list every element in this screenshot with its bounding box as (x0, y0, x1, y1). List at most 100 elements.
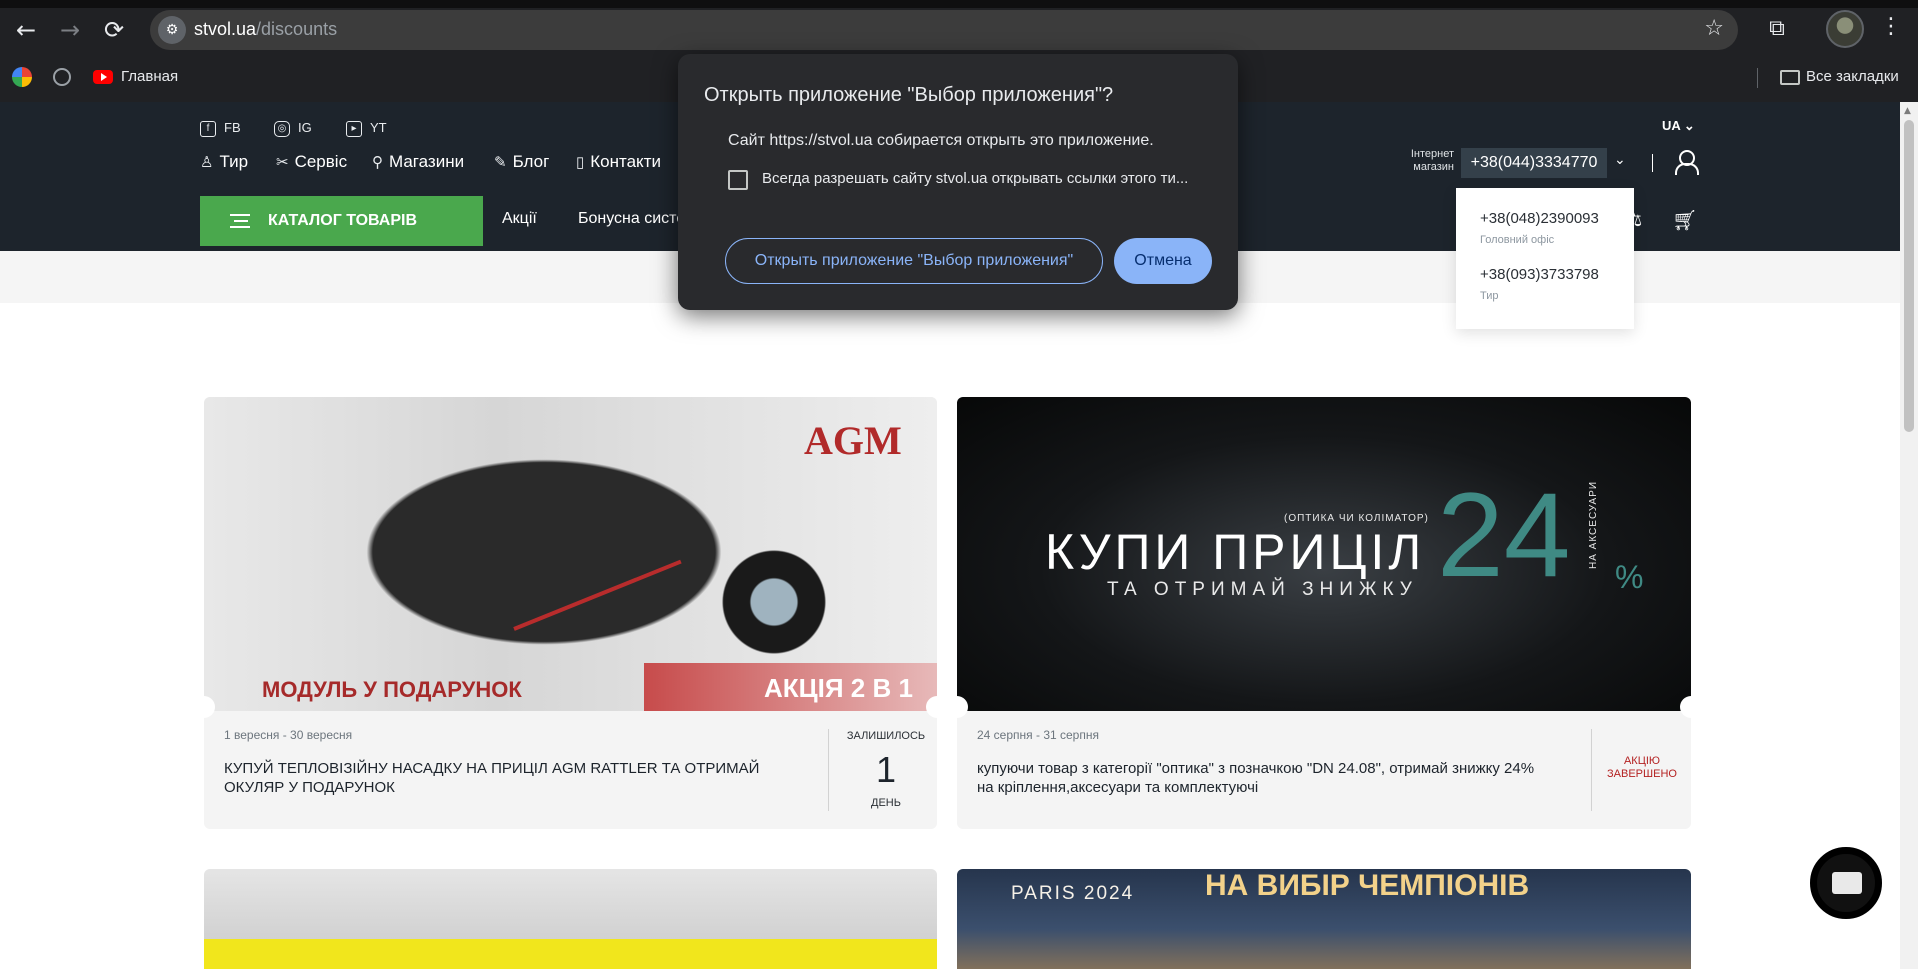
banner-promo-text: АКЦІЯ 2 В 1 (764, 673, 913, 703)
open-app-button[interactable]: Открыть приложение "Выбор приложения" (725, 238, 1103, 284)
nav-item-stores[interactable]: ⚲ Магазини (372, 152, 464, 172)
banner-vertical-text: НА АКСЕСУАРИ (1588, 480, 1599, 569)
youtube-bookmark[interactable]: Главная (93, 66, 178, 88)
menu-icon (230, 214, 250, 228)
thermal-scope-image (324, 437, 764, 667)
browser-menu-icon[interactable]: ⋮ (1880, 14, 1902, 39)
promo-title[interactable]: купуючи товар з категорії "оптика" з поз… (977, 759, 1547, 797)
extensions-icon[interactable]: ⧉ (1762, 14, 1792, 44)
banner-headline: НА ВИБІР ЧЕМПІОНІВ (1205, 869, 1530, 902)
banner-headline: КУПИ ПРИЦІЛ (1045, 524, 1426, 580)
chevron-down-icon[interactable]: ⌄ (1614, 152, 1626, 168)
nav-label: Тир (219, 152, 249, 171)
always-allow-label[interactable]: Всегда разрешать сайту stvol.ua открыват… (762, 170, 1192, 187)
card-notch (1680, 696, 1702, 718)
url-host: stvol.ua (194, 19, 257, 39)
card-notch (926, 696, 948, 718)
nav-label: Контакти (590, 152, 661, 171)
eyepiece-image (714, 547, 834, 657)
always-allow-checkbox[interactable] (728, 170, 748, 190)
scrollbar-thumb[interactable] (1904, 120, 1914, 432)
page-scrollbar[interactable]: ▲ (1900, 102, 1918, 969)
all-bookmarks-button[interactable]: Все закладки (1780, 66, 1899, 88)
pen-icon: ✎ (494, 154, 507, 171)
social-link-yt[interactable]: ▸ YT (346, 120, 387, 137)
tab-strip (0, 0, 1918, 8)
ended-line1: АКЦІЮ (1623, 755, 1661, 767)
online-shop-label: Інтернет магазин (1398, 148, 1454, 174)
promo-card[interactable]: (ОПТИКА ЧИ КОЛІМАТОР) КУПИ ПРИЦІЛ ТА ОТР… (957, 397, 1691, 829)
social-label: YT (370, 120, 387, 135)
cart-icon[interactable]: 🛒︎ (1672, 208, 1697, 232)
dialog-message: Сайт https://stvol.ua собирается открыть… (728, 132, 1154, 149)
cancel-button[interactable]: Отмена (1114, 238, 1212, 284)
menu-link-bonus[interactable]: Бонусна систе (578, 210, 685, 228)
promo-card[interactable]: PARIS 2024 НА ВИБІР ЧЕМПІОНІВ (957, 869, 1691, 969)
menu-link-promotions[interactable]: Акції (502, 210, 537, 228)
shop-label-line2: магазин (1413, 161, 1454, 173)
social-label: FB (224, 120, 241, 135)
back-arrow-icon[interactable]: ← (8, 12, 44, 48)
phone-number-tir[interactable]: +38(093)3733798 (1480, 266, 1599, 283)
bookmark-star-icon[interactable]: ☆ (1704, 16, 1724, 41)
social-link-fb[interactable]: f FB (200, 120, 241, 137)
banner-percent-sign: % (1615, 559, 1644, 595)
phone-icon: ▯ (576, 154, 585, 171)
social-label: IG (298, 120, 312, 135)
promo-banner-scope[interactable]: (ОПТИКА ЧИ КОЛІМАТОР) КУПИ ПРИЦІЛ ТА ОТР… (957, 397, 1691, 711)
promo-banner-champions[interactable]: PARIS 2024 НА ВИБІР ЧЕМПІОНІВ (957, 869, 1691, 969)
nav-item-contacts[interactable]: ▯ Контакти (576, 152, 661, 172)
card-notch (193, 696, 215, 718)
dialog-title: Открыть приложение "Выбор приложения"? (704, 84, 1114, 106)
promo-ended-status: АКЦІЮ ЗАВЕРШЕНО (1597, 755, 1687, 781)
card-notch (946, 696, 968, 718)
chat-button[interactable] (1810, 847, 1882, 919)
header-divider (1652, 154, 1653, 172)
open-app-dialog: Открыть приложение "Выбор приложения"? С… (678, 54, 1238, 310)
promo-card[interactable] (204, 869, 937, 969)
banner-percent: 24 (1437, 468, 1571, 602)
shop-label-line1: Інтернет (1410, 148, 1454, 160)
nav-label: Магазини (389, 152, 465, 171)
ended-line2: ЗАВЕРШЕНО (1607, 768, 1677, 780)
promo-banner-agm[interactable]: AGM МОДУЛЬ У ПОДАРУНОК АКЦІЯ 2 В 1 (204, 397, 937, 711)
url-text[interactable]: stvol.ua/discounts (194, 19, 337, 40)
tools-icon: ✂ (276, 154, 289, 171)
chevron-down-icon: ⌄ (1683, 118, 1695, 133)
promo-banner-accessories[interactable] (204, 869, 937, 969)
bookmarks-separator (1757, 68, 1758, 88)
nav-item-tir[interactable]: ♙ Тир (200, 152, 248, 172)
address-bar[interactable]: ⚙ stvol.ua/discounts ☆ (150, 10, 1738, 50)
scroll-up-icon[interactable]: ▲ (1904, 106, 1911, 116)
all-bookmarks-label: Все закладки (1806, 68, 1899, 85)
days-left-value: 1 (875, 749, 897, 790)
google-bookmark[interactable] (12, 66, 32, 88)
site-settings-icon[interactable]: ⚙ (158, 16, 186, 44)
globe-bookmark[interactable] (53, 66, 71, 88)
banner-subline: ТА ОТРИМАЙ ЗНИЖКУ (1107, 579, 1418, 600)
main-phone[interactable]: +38(044)3334770 (1461, 148, 1607, 178)
card-divider (1591, 729, 1592, 811)
days-left-label: ЗАЛИШИЛОСЬ (846, 730, 926, 742)
banner-gift-text: МОДУЛЬ У ПОДАРУНОК (262, 677, 522, 702)
catalog-button[interactable]: КАТАЛОГ ТОВАРІВ (200, 196, 483, 246)
forward-arrow-icon[interactable]: → (52, 12, 88, 48)
phone-number-office[interactable]: +38(048)2390093 (1480, 210, 1599, 227)
user-icon[interactable] (1674, 150, 1699, 175)
promo-title[interactable]: КУПУЙ ТЕПЛОВІЗІЙНУ НАСАДКУ НА ПРИЦІЛ AGM… (224, 759, 794, 797)
nav-label: Сервіс (294, 152, 348, 171)
globe-icon (53, 68, 71, 87)
nav-item-service[interactable]: ✂ Сервіс (276, 152, 347, 172)
facebook-icon: f (200, 120, 216, 137)
instagram-icon: ◎ (274, 120, 290, 137)
profile-avatar[interactable] (1826, 10, 1864, 48)
language-selector[interactable]: UA ⌄ (1662, 118, 1695, 134)
youtube-icon: ▸ (346, 120, 362, 137)
promo-card[interactable]: AGM МОДУЛЬ У ПОДАРУНОК АКЦІЯ 2 В 1 1 вер… (204, 397, 937, 829)
target-icon: ♙ (200, 154, 214, 171)
reload-icon[interactable]: ⟳ (96, 12, 132, 48)
nav-item-blog[interactable]: ✎ Блог (494, 152, 549, 172)
social-link-ig[interactable]: ◎ IG (274, 120, 312, 137)
bookmark-label: Главная (121, 68, 179, 85)
google-icon (12, 67, 32, 88)
